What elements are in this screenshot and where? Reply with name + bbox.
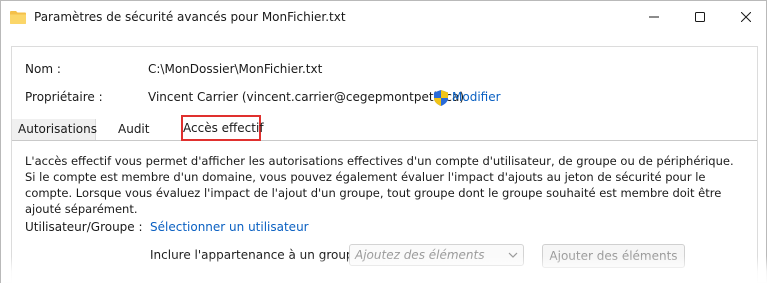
- tab-strip: Autorisations Audit Accès effectif: [12, 115, 757, 141]
- effective-access-description: L'accès effectif vous permet d'afficher …: [25, 154, 734, 216]
- tab-acces-effectif[interactable]: Accès effectif: [181, 115, 264, 141]
- tab-audit[interactable]: Audit: [112, 119, 172, 140]
- window-title: Paramètres de sécurité avancés pour MonF…: [34, 10, 346, 24]
- add-items-button[interactable]: Ajouter des éléments: [542, 244, 685, 268]
- owner-label: Propriétaire :: [25, 90, 103, 104]
- close-button[interactable]: [723, 1, 767, 33]
- advanced-security-window: Paramètres de sécurité avancés pour MonF…: [0, 0, 767, 284]
- combo-placeholder: Ajoutez des éléments: [355, 248, 485, 262]
- name-label: Nom :: [25, 62, 61, 76]
- user-group-label: Utilisateur/Groupe :: [25, 220, 143, 234]
- modify-owner-link[interactable]: Modifier: [452, 90, 501, 104]
- tab-autorisations[interactable]: Autorisations: [12, 119, 97, 140]
- title-bar[interactable]: Paramètres de sécurité avancés pour MonF…: [1, 1, 767, 33]
- minimize-button[interactable]: [631, 1, 677, 33]
- maximize-icon: [695, 12, 705, 22]
- owner-value: Vincent Carrier (vincent.carrier@cegepmo…: [148, 90, 465, 104]
- group-membership-combo[interactable]: Ajoutez des éléments: [349, 244, 524, 266]
- maximize-button[interactable]: [677, 1, 723, 33]
- select-user-link[interactable]: Sélectionner un utilisateur: [150, 220, 309, 234]
- close-icon: [741, 12, 751, 22]
- name-value: C:\MonDossier\MonFichier.txt: [148, 62, 323, 76]
- include-membership-label: Inclure l'appartenance à un group: [150, 248, 354, 262]
- folder-icon: [10, 11, 26, 24]
- uac-shield-icon: [434, 90, 448, 106]
- chevron-down-icon: [508, 252, 518, 258]
- minimize-icon: [649, 16, 659, 18]
